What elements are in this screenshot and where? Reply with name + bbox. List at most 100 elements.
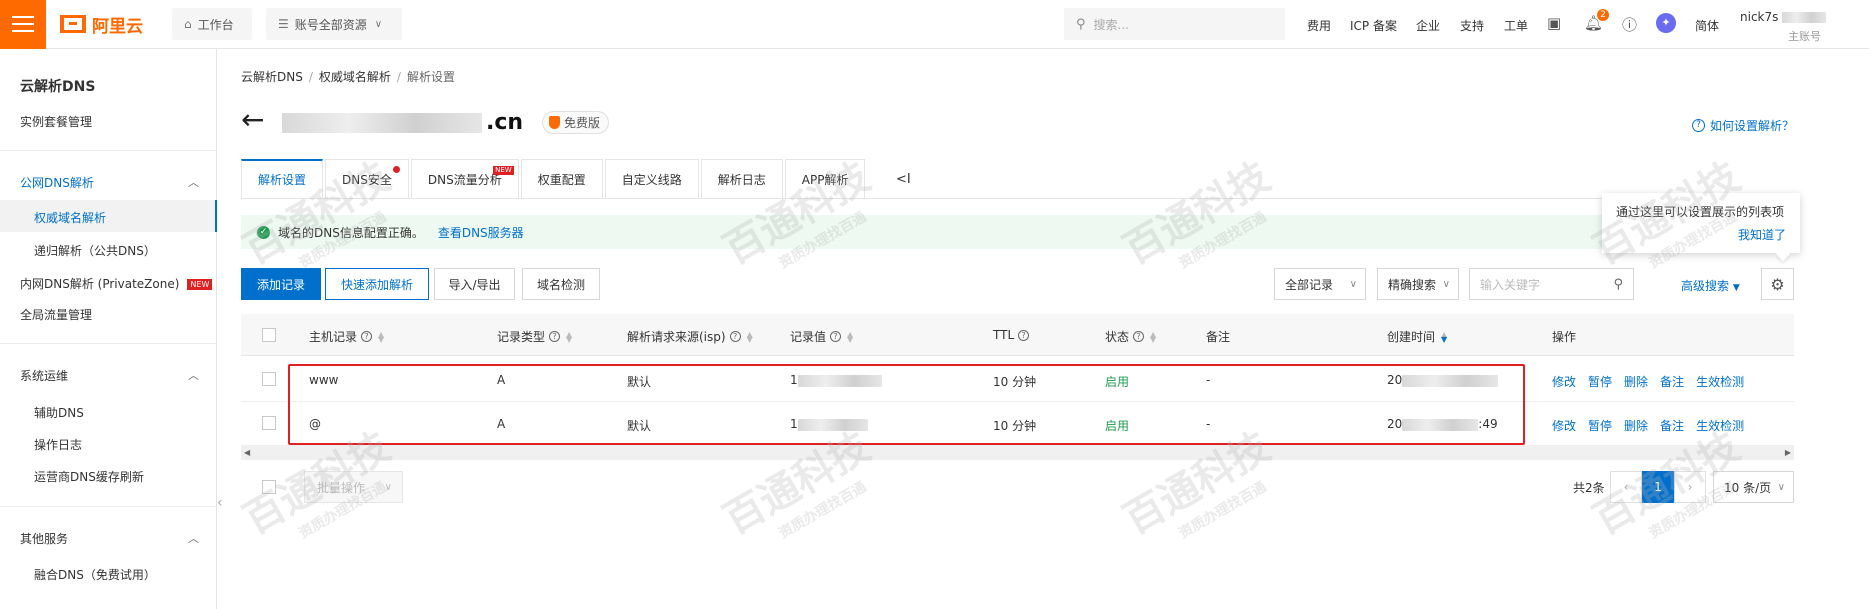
horizontal-scrollbar[interactable]: ◀ ▶	[241, 446, 1794, 460]
th-created[interactable]: 创建时间 ▲ ▼	[1387, 328, 1447, 345]
nav-link-ticket[interactable]: 工单	[1504, 17, 1528, 34]
account-resources-button[interactable]: ☰ 账号全部资源 ∨	[266, 8, 402, 40]
advanced-search-link[interactable]: 高级搜索 ▼	[1681, 277, 1740, 294]
th-host[interactable]: 主机记录? ▲ ▼	[309, 328, 384, 345]
page-size-select[interactable]: 10 条/页 ∨	[1713, 471, 1794, 503]
sidebar-item-instance[interactable]: 实例套餐管理	[20, 113, 92, 130]
breadcrumb-sep: /	[396, 70, 401, 84]
effect-check-link[interactable]: 生效检测	[1696, 373, 1744, 390]
sidebar-item-recursive[interactable]: 递归解析（公共DNS）	[34, 242, 156, 259]
tab-label: DNS流量分析	[427, 172, 502, 187]
tab-resolve-settings[interactable]: 解析设置	[241, 159, 324, 199]
th-value[interactable]: 记录值? ▲ ▼	[790, 328, 853, 345]
sidebar-divider	[0, 150, 216, 151]
help-link[interactable]: ? 如何设置解析？	[1692, 117, 1794, 134]
breadcrumb-item[interactable]: 云解析DNS	[241, 70, 303, 84]
global-search-input[interactable]: ⚲ 搜索...	[1064, 8, 1285, 40]
add-record-button[interactable]: 添加记录	[241, 268, 321, 300]
page-size-value: 10 条/页	[1724, 480, 1772, 495]
edit-link[interactable]: 修改	[1552, 373, 1576, 390]
workbench-button[interactable]: ⌂ 工作台	[172, 8, 252, 40]
tab-app-resolve[interactable]: APP解析	[784, 159, 866, 199]
search-icon[interactable]: ⚲	[1613, 277, 1623, 292]
tab-custom-line[interactable]: 自定义线路	[604, 159, 699, 199]
tab-resolve-log[interactable]: 解析日志	[700, 159, 783, 199]
cell-status: 启用	[1105, 419, 1130, 433]
tab-dns-traffic[interactable]: DNS流量分析 NEW	[410, 159, 519, 199]
sidebar-item-global-traffic[interactable]: 全局流量管理	[20, 306, 92, 323]
th-status[interactable]: 状态? ▲ ▼	[1105, 328, 1156, 345]
edition-badge: 免费版	[542, 111, 610, 134]
th-isp[interactable]: 解析请求来源(isp)? ▲ ▼	[627, 328, 753, 345]
row-checkbox[interactable]	[262, 416, 276, 430]
delete-link[interactable]: 删除	[1624, 373, 1648, 390]
breadcrumb-sep: /	[308, 70, 313, 84]
remark-link[interactable]: 备注	[1660, 417, 1684, 434]
sidebar-group-other[interactable]: 其他服务	[20, 530, 68, 547]
search-mode-select[interactable]: 精确搜索 ∨	[1377, 268, 1459, 300]
record-filter-select[interactable]: 全部记录 ∨	[1274, 268, 1366, 300]
page-button[interactable]: 1	[1642, 471, 1674, 503]
select-all-checkbox[interactable]	[262, 328, 276, 342]
language-switch[interactable]: 简体	[1695, 17, 1719, 34]
th-type[interactable]: 记录类型? ▲ ▼	[497, 328, 572, 345]
edit-link[interactable]: 修改	[1552, 417, 1576, 434]
sidebar-item-aux-dns[interactable]: 辅助DNS	[34, 404, 84, 421]
question-icon: ?	[830, 331, 842, 342]
row-checkbox[interactable]	[262, 372, 276, 386]
remark-link[interactable]: 备注	[1660, 373, 1684, 390]
back-arrow-icon[interactable]: ←	[241, 106, 264, 134]
sidebar-divider	[0, 343, 216, 344]
cell-isp: 默认	[627, 419, 652, 433]
delete-link[interactable]: 删除	[1624, 417, 1648, 434]
th-label: 操作	[1552, 330, 1577, 344]
quick-add-button[interactable]: 快速添加解析	[325, 268, 429, 300]
chevron-down-icon: ∨	[384, 481, 392, 493]
aliyun-logo[interactable]: 阿里云	[60, 13, 143, 37]
nav-link-icp[interactable]: ICP 备案	[1350, 17, 1397, 34]
sidebar-item-authoritative[interactable]: 权威域名解析	[34, 209, 106, 226]
pause-link[interactable]: 暂停	[1588, 417, 1612, 434]
column-settings-button[interactable]: ⚙	[1761, 268, 1794, 300]
scroll-left-icon[interactable]: ◀	[244, 446, 250, 460]
sort-icon: ▲ ▼	[566, 329, 573, 344]
keyword-input[interactable]: 输入关键字 ⚲	[1469, 268, 1634, 300]
tabs-more-arrow[interactable]: <I	[896, 172, 911, 187]
ai-assistant-icon[interactable]: ✦	[1656, 13, 1676, 33]
nav-link-billing[interactable]: 费用	[1307, 17, 1331, 34]
sidebar-item-isp-refresh[interactable]: 运营商DNS缓存刷新	[34, 468, 144, 485]
sidebar-group-public-dns[interactable]: 公网DNS解析	[20, 174, 94, 191]
bulk-select-checkbox[interactable]	[262, 480, 276, 494]
domain-check-button[interactable]: 域名检测	[522, 268, 600, 300]
bulk-action-select[interactable]: 批量操作 ∨	[304, 471, 403, 503]
pause-link[interactable]: 暂停	[1588, 373, 1612, 390]
tooltip-got-it-link[interactable]: 我知道了	[1738, 226, 1786, 243]
sidebar-group-ops[interactable]: 系统运维	[20, 367, 68, 384]
next-page-button[interactable]: ›	[1674, 471, 1706, 503]
search-mode-value: 精确搜索	[1388, 277, 1437, 292]
import-export-button[interactable]: 导入/导出	[434, 268, 515, 300]
help-circle-icon[interactable]: ⓘ	[1622, 14, 1637, 35]
cell-status: 启用	[1105, 375, 1130, 389]
breadcrumb-item[interactable]: 权威域名解析	[319, 70, 391, 84]
nav-link-support[interactable]: 支持	[1460, 17, 1484, 34]
effect-check-link[interactable]: 生效检测	[1696, 417, 1744, 434]
chevron-up-icon[interactable]: ︿	[188, 367, 199, 383]
cell-created: 20:49	[1387, 417, 1498, 431]
tab-dns-security[interactable]: DNS安全	[325, 159, 409, 199]
sidebar-collapse-icon[interactable]: ‹	[217, 495, 223, 511]
scroll-right-icon[interactable]: ▶	[1785, 446, 1791, 460]
sidebar-item-fusion-dns[interactable]: 融合DNS（免费试用）	[34, 566, 156, 583]
chevron-up-icon[interactable]: ︿	[188, 530, 199, 546]
view-dns-servers-link[interactable]: 查看DNS服务器	[438, 224, 524, 241]
chevron-up-icon[interactable]: ︿	[188, 174, 199, 190]
sidebar-item-op-log[interactable]: 操作日志	[34, 436, 82, 453]
prev-page-button[interactable]: ‹	[1610, 471, 1642, 503]
sidebar-item-private-zone[interactable]: 内网DNS解析 (PrivateZone) NEW	[20, 275, 213, 292]
chevron-down-icon: ∨	[1777, 481, 1785, 493]
user-account[interactable]: nick7s	[1740, 10, 1827, 24]
terminal-icon[interactable]: ▣	[1547, 14, 1561, 32]
menu-button[interactable]	[0, 0, 46, 49]
nav-link-enterprise[interactable]: 企业	[1416, 17, 1440, 34]
tab-weight-config[interactable]: 权重配置	[520, 159, 603, 199]
